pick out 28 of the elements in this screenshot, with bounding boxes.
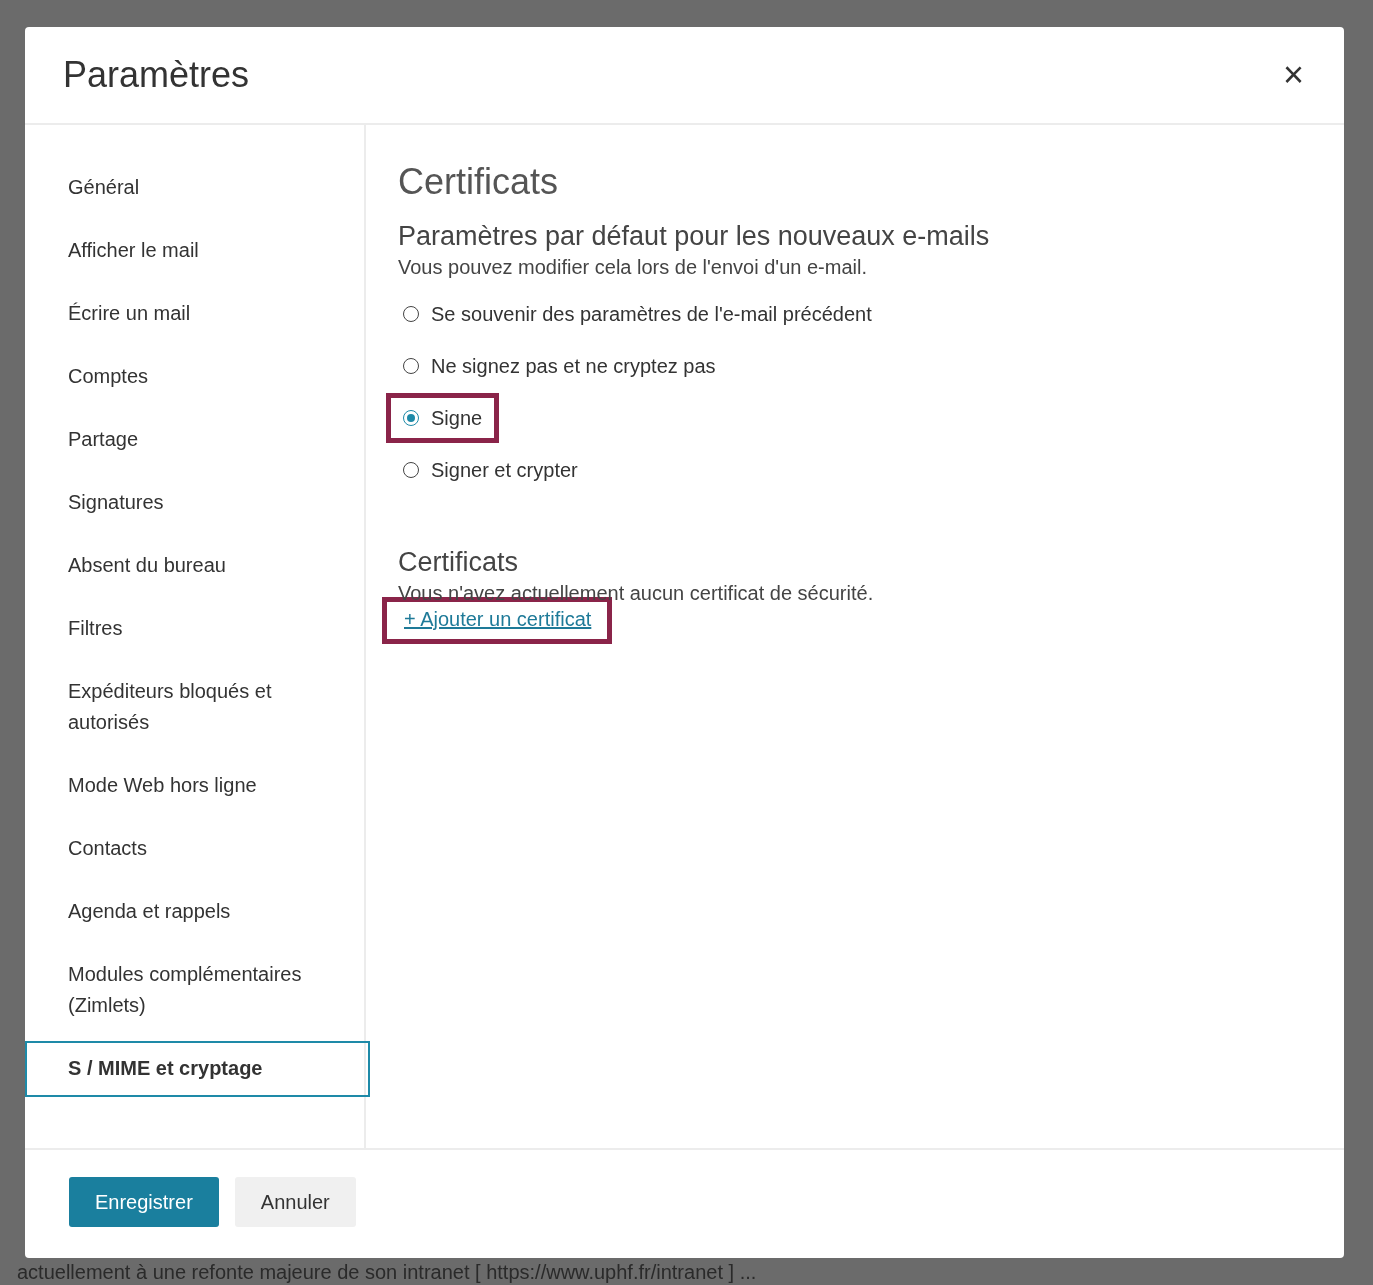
dialog-title: Paramètres <box>63 54 250 96</box>
cancel-button[interactable]: Annuler <box>234 1177 356 1227</box>
section-description: Vous pouvez modifier cela lors de l'envoi d'un e-mail. <box>398 256 868 279</box>
section-heading: Certificats <box>398 547 520 578</box>
sidebar-item[interactable]: Contacts <box>25 821 368 876</box>
sidebar-item[interactable]: Filtres <box>25 601 368 656</box>
sidebar-item[interactable]: Signatures <box>25 475 368 530</box>
sidebar-item[interactable]: Afficher le mail <box>25 223 368 278</box>
sidebar-item[interactable]: Mode Web hors ligne <box>25 758 368 813</box>
sidebar-item[interactable]: Comptes <box>25 349 368 404</box>
section-heading: Paramètres par défaut pour les nouveaux e-mails <box>398 221 991 252</box>
sidebar-item[interactable]: Expéditeurs bloqués et autorisés <box>25 664 368 750</box>
sidebar-item[interactable]: S / MIME et cryptage <box>25 1041 370 1097</box>
sidebar-item[interactable]: Absent du bureau <box>25 538 368 593</box>
radio-option[interactable]: Signer et crypter <box>386 445 595 495</box>
sidebar-item[interactable]: Général <box>25 160 368 215</box>
radio-option[interactable]: Signe <box>386 393 500 443</box>
sidebar-item[interactable]: Écrire un mail <box>25 286 368 341</box>
close-button[interactable]: × <box>1278 57 1308 93</box>
sidebar-item[interactable]: Agenda et rappels <box>25 884 368 939</box>
radio-option[interactable]: Se souvenir des paramètres de l'e-mail précédent <box>386 289 889 339</box>
section-title: Certificats <box>398 161 560 203</box>
radio-option[interactable]: Ne signez pas et ne cryptez pas <box>386 341 733 391</box>
add-certificate-link[interactable]: + Ajouter un certificat <box>404 608 592 630</box>
background-text: actuellement à une refonte majeure de son intranet [ https://www.uphf.fr/intranet ] ... <box>16 1260 758 1284</box>
sidebar-item[interactable]: Partage <box>25 412 368 467</box>
save-button[interactable]: Enregistrer <box>69 1177 219 1227</box>
sidebar-item[interactable]: Modules complémentaires (Zimlets) <box>25 947 368 1033</box>
